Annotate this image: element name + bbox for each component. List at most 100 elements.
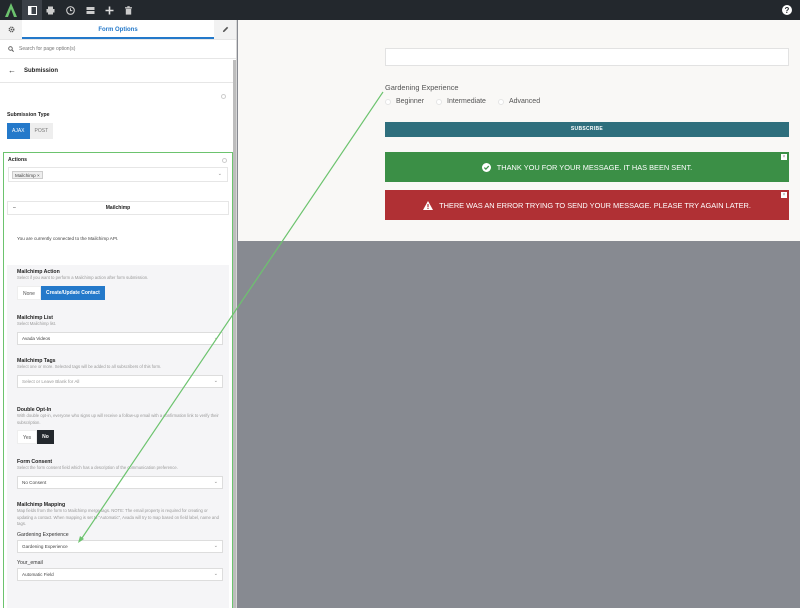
tab-form-options[interactable]: Form Options [22,20,214,39]
field-description: Map fields from the form to Mailchimp me… [17,508,219,526]
select-value: No Consent [22,479,47,485]
warning-icon [423,200,434,210]
mailchimp-action-toggle: None Create/Update Contact [17,285,105,300]
tag-label: Mailchimp [15,173,36,178]
sidebar-icon [27,5,37,15]
check-circle-icon [481,162,491,172]
section-title: Submission [24,67,59,74]
add-button[interactable] [99,0,119,20]
field-description: Select the form consent field which has … [17,465,178,470]
print-button[interactable] [40,0,60,20]
form-consent-field: Form Consent Select the form consent fie… [17,459,223,489]
radio-circle[interactable] [497,98,504,105]
print-icon [46,6,54,14]
selected-action-tag[interactable]: Mailchimp × [12,171,43,179]
mailchimp-title: Mailchimp [105,205,131,211]
top-toolbar: ? [0,0,800,20]
mapping-field-name: Your_email [17,559,43,566]
chevron-down-icon: ⌄ [213,542,218,549]
history-icon [65,5,75,15]
form-preview: Gardening Experience Beginner Intermedia… [238,20,800,241]
mailchimp-panel-header[interactable]: – Mailchimp [7,201,229,215]
form-consent-select[interactable]: No Consent ⌄ [17,475,223,489]
info-icon[interactable] [221,94,226,99]
gear-icon [8,26,14,33]
sidebar-tabs: Form Options [0,20,236,40]
mailchimp-list-field: Mailchimp List Select Mailchimp list. Av… [17,315,223,345]
select-placeholder: Select or Leave Blank for All [22,378,80,384]
mailchimp-mapping-field: Mailchimp Mapping Map fields from the fo… [17,502,223,581]
mapping-select[interactable]: Gardening Experience ⌄ [17,539,223,553]
double-opt-in-field: Double Opt-In With double opt-in, everyo… [17,407,223,444]
error-text: THERE WAS AN ERROR TRYING TO SEND YOUR M… [439,200,751,210]
select-value: Automatic Field [22,571,54,577]
radio-intermediate[interactable]: Intermediate [436,98,486,105]
pencil-icon [222,26,228,33]
close-icon[interactable]: × [781,192,787,198]
remove-tag-icon[interactable]: × [37,173,40,178]
select-value: Gardening Experience [22,543,68,549]
field-description: Select Mailchimp list. [17,321,57,326]
add-icon [105,6,113,14]
actions-section: Actions Mailchimp × ⌄ – Mailchimp You ar… [3,152,233,608]
mailchimp-panel: – Mailchimp You are currently connected … [7,201,229,608]
history-button[interactable] [60,0,80,20]
create-update-option[interactable]: Create/Update Contact [40,285,105,300]
avada-logo[interactable] [3,2,19,18]
ajax-option[interactable]: AJAX [7,123,30,139]
mailchimp-tags-field: Mailchimp Tags Select one or more. Selec… [17,358,223,388]
chevron-down-icon: ⌄ [213,478,218,485]
chevron-down-icon: ⌄ [213,570,218,577]
radio-label: Intermediate [447,98,486,105]
close-icon[interactable]: × [781,154,787,160]
submission-header: ← Submission [0,59,236,83]
email-field[interactable] [385,48,789,66]
chevron-down-icon: ⌄ [217,171,222,177]
search-input[interactable] [19,46,199,52]
no-option[interactable]: No [37,430,54,444]
experience-radio-group: Beginner Intermediate Advanced [385,98,552,105]
trash-icon [124,5,132,15]
submission-type-field: Submission Type AJAX POST [7,112,54,139]
search-icon [8,46,14,52]
mapping-select[interactable]: Automatic Field ⌄ [17,567,223,581]
none-option[interactable]: None [17,285,41,300]
back-arrow-icon[interactable]: ← [8,66,16,75]
post-option[interactable]: POST [29,123,54,139]
mailchimp-tags-select[interactable]: Select or Leave Blank for All ⌄ [17,374,223,388]
select-value: Avada Videos [22,335,51,341]
info-icon[interactable] [222,158,227,163]
chevron-down-icon: ⌄ [213,334,218,341]
radio-circle[interactable] [436,98,443,105]
radio-beginner[interactable]: Beginner [385,98,424,105]
sidebar-toggle-button[interactable] [22,0,42,20]
submission-type-label: Submission Type [7,112,50,118]
radio-advanced[interactable]: Advanced [497,98,541,105]
field-description: Select if you want to perform a Mailchim… [17,275,149,280]
success-message: THANK YOU FOR YOUR MESSAGE. IT HAS BEEN … [385,152,789,182]
actions-label: Actions [8,157,28,163]
form-options-sidebar: Form Options ← Submission Submission Typ… [0,20,237,608]
radio-label: Advanced [508,98,541,105]
settings-tab[interactable] [0,20,22,39]
help-icon[interactable]: ? [782,5,792,15]
layers-button[interactable] [80,0,100,20]
mailchimp-list-select[interactable]: Avada Videos ⌄ [17,331,223,345]
edit-tab[interactable] [214,20,236,39]
mapping-field-name: Gardening Experience [17,531,69,538]
connection-status: You are currently connected to the Mailc… [7,215,229,265]
radio-circle[interactable] [385,98,391,105]
page-option-search [0,40,236,59]
sidebar-scrollbar[interactable] [233,60,236,608]
field-description: With double opt-in, everyone who signs u… [17,413,219,425]
trash-button[interactable] [118,0,138,20]
radio-label: Beginner [396,98,425,105]
field-description: Select one or more. Selected tags will b… [17,364,162,369]
actions-select[interactable]: Mailchimp × ⌄ [8,167,228,182]
submission-type-toggle: AJAX POST [7,123,54,139]
collapse-icon[interactable]: – [13,202,16,215]
double-opt-in-toggle: Yes No [17,430,54,444]
yes-option[interactable]: Yes [17,430,38,444]
gardening-question-label: Gardening Experience [385,83,459,92]
subscribe-button[interactable]: SUBSCRIBE [385,122,789,137]
